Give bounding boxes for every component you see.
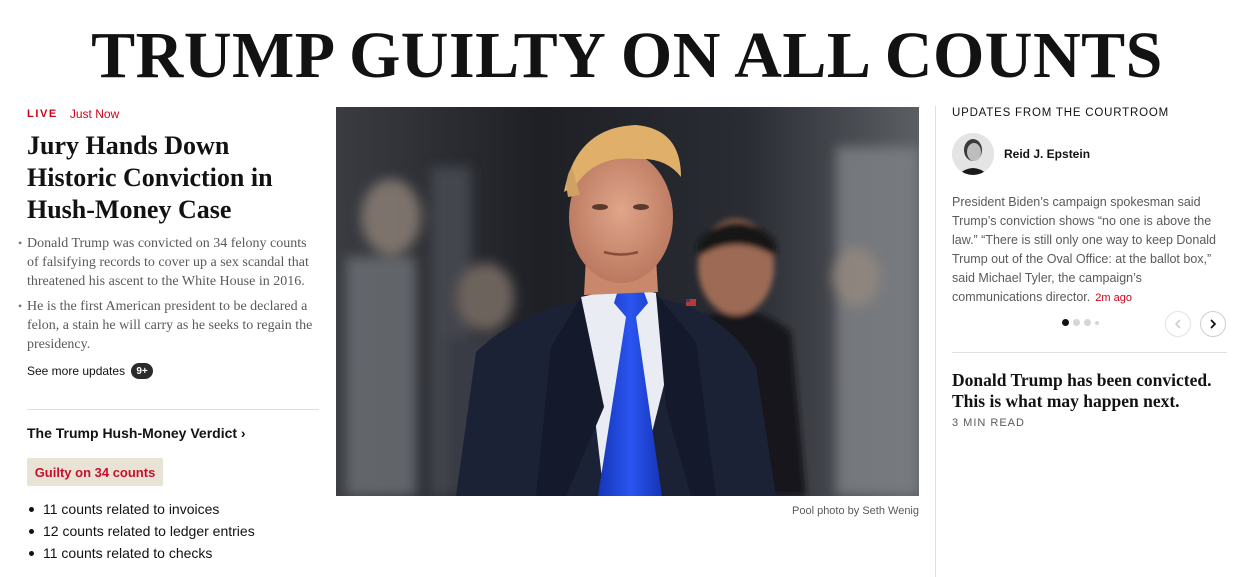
column-divider <box>935 106 936 577</box>
bullet-icon: • <box>18 299 23 313</box>
counts-list: 11 counts related to invoices 12 counts … <box>27 498 319 564</box>
author-row: Reid J. Epstein <box>952 132 1227 176</box>
update-body: President Biden’s campaign spokesman sai… <box>952 195 1217 304</box>
counts-item: 12 counts related to ledger entries <box>27 520 319 542</box>
carousel-next-button[interactable] <box>1200 311 1226 337</box>
summary-list: • Donald Trump was convicted on 34 felon… <box>18 234 319 354</box>
live-row: LIVE Just Now <box>27 106 319 122</box>
updates-kicker[interactable]: UPDATES FROM THE COURTROOM <box>952 106 1227 120</box>
carousel-dot[interactable] <box>1095 320 1099 325</box>
updates-carousel <box>952 310 1227 337</box>
see-more-updates-link[interactable]: See more updates 9+ <box>27 363 319 379</box>
carousel-prev-button[interactable] <box>1165 311 1191 337</box>
carousel-dots <box>1062 319 1099 326</box>
secondary-story-title[interactable]: Donald Trump has been convicted. This is… <box>952 370 1227 412</box>
read-time: 3 MIN READ <box>952 417 1025 429</box>
lead-photo-image <box>336 107 919 496</box>
summary-item: • Donald Trump was convicted on 34 felon… <box>18 234 319 291</box>
carousel-dot[interactable] <box>1084 319 1091 326</box>
right-divider <box>952 352 1227 353</box>
update-text: President Biden’s campaign spokesman sai… <box>952 193 1227 308</box>
author-name[interactable]: Reid J. Epstein <box>1004 147 1090 161</box>
lead-story: LIVE Just Now Jury Hands Down Historic C… <box>18 106 319 379</box>
bullet-icon: • <box>18 236 23 250</box>
left-divider <box>27 409 319 410</box>
carousel-dot[interactable] <box>1073 319 1080 326</box>
main-headline[interactable]: TRUMP GUILTY ON ALL COUNTS <box>0 16 1234 96</box>
carousel-dot[interactable] <box>1062 319 1069 326</box>
chevron-right-icon <box>1210 319 1216 329</box>
update-count-badge: 9+ <box>131 363 154 379</box>
avatar-icon <box>952 133 994 175</box>
see-more-label: See more updates <box>27 364 126 378</box>
counts-item: 11 counts related to invoices <box>27 498 319 520</box>
summary-text: He is the first American president to be… <box>27 299 313 352</box>
updates-panel: UPDATES FROM THE COURTROOM Reid J. Epste… <box>952 106 1227 308</box>
chevron-left-icon <box>1175 319 1181 329</box>
live-badge: LIVE <box>27 108 58 120</box>
lead-story-title[interactable]: Jury Hands Down Historic Conviction in H… <box>27 130 319 226</box>
counts-item: 11 counts related to checks <box>27 542 319 564</box>
photo-credit: Pool photo by Seth Wenig <box>792 505 919 517</box>
summary-text: Donald Trump was convicted on 34 felony … <box>27 236 309 289</box>
lead-photo[interactable] <box>336 107 919 496</box>
summary-item: • He is the first American president to … <box>18 297 319 354</box>
author-avatar <box>952 133 994 175</box>
timestamp: Just Now <box>69 107 120 121</box>
verdict-section-link[interactable]: The Trump Hush-Money Verdict › <box>27 425 246 441</box>
guilty-pill: Guilty on 34 counts <box>27 458 163 486</box>
update-time: 2m ago <box>1095 292 1132 304</box>
